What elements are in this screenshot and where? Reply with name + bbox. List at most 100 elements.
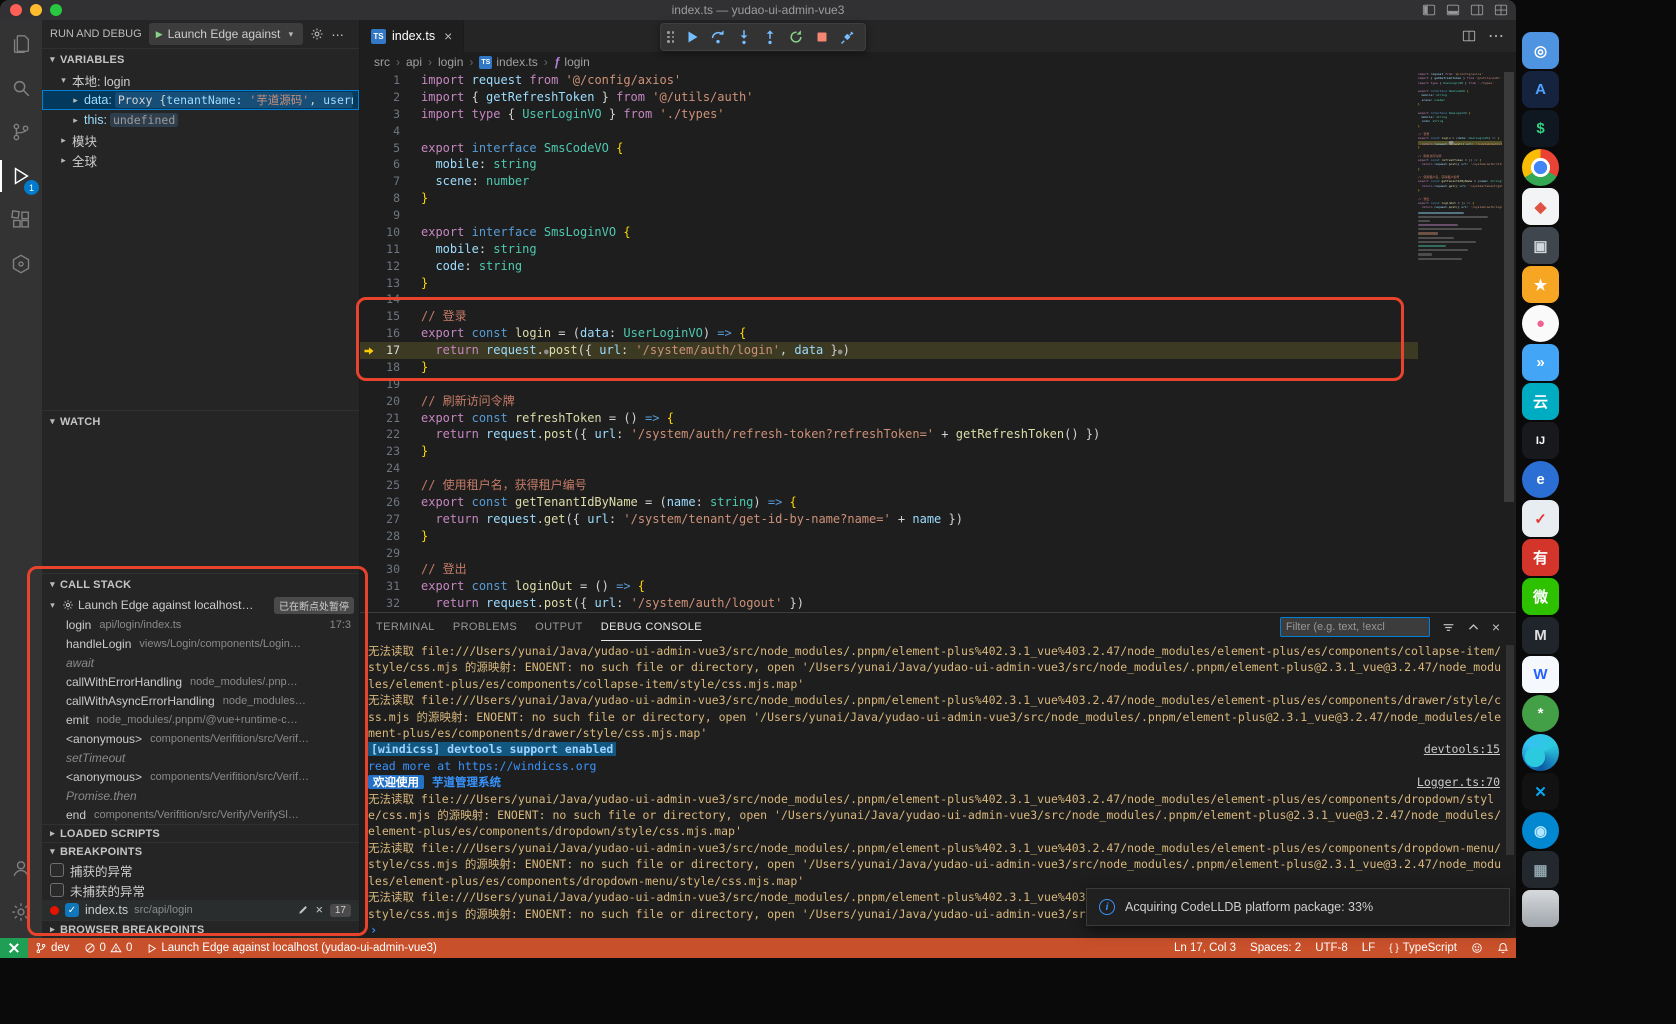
panel-tab-terminal[interactable]: TERMINAL (376, 613, 435, 641)
code-line[interactable]: 25// 使用租户名，获得租户编号 (360, 477, 1418, 494)
line-number[interactable]: 12 (360, 258, 400, 275)
console-source-link[interactable]: Logger.ts:70 (1417, 774, 1500, 790)
stack-frame-row[interactable]: Promise.then (42, 786, 359, 805)
breakpoint-row[interactable]: ✓index.tssrc/api/login×17 (42, 900, 359, 920)
variable-group-row[interactable]: ▸全球 (42, 150, 359, 170)
line-number[interactable]: 3 (360, 106, 400, 123)
editor-scrollbar[interactable] (1502, 72, 1516, 612)
stack-frame-row[interactable]: await (42, 653, 359, 672)
code-line[interactable]: 4 (360, 123, 1418, 140)
code-line[interactable]: 22 return request.post({ url: '/system/a… (360, 426, 1418, 443)
loaded-scripts-header[interactable]: ▸ LOADED SCRIPTS (42, 824, 359, 842)
dock-app-icon-19[interactable] (1522, 734, 1559, 771)
detach-button[interactable] (836, 25, 860, 49)
stack-frame-row[interactable]: callWithErrorHandlingnode_modules/.pnp… (42, 672, 359, 691)
line-number[interactable]: 20 (360, 393, 400, 410)
toggle-panel-icon[interactable] (1446, 3, 1460, 17)
breakpoint-row[interactable]: 捕获的异常 (42, 860, 359, 880)
breadcrumb-item[interactable]: src (374, 55, 390, 69)
line-number[interactable]: 7 (360, 173, 400, 190)
dock-app-icon-6[interactable]: ▣ (1522, 227, 1559, 264)
line-number[interactable]: 2 (360, 89, 400, 106)
dock-app-icon-11[interactable]: IJ (1522, 422, 1559, 459)
breadcrumb-item[interactable]: api (406, 55, 422, 69)
split-editor-icon[interactable] (1462, 29, 1476, 43)
toggle-sidebar-icon[interactable] (1422, 3, 1436, 17)
dock-app-icon-13[interactable]: ✓ (1522, 500, 1559, 537)
line-number[interactable]: 4 (360, 123, 400, 140)
tab-index-ts[interactable]: TS index.ts × (360, 20, 464, 52)
debug-gear-icon[interactable] (310, 27, 324, 41)
line-number[interactable]: 29 (360, 545, 400, 562)
console-source-link[interactable]: devtools:15 (1424, 741, 1500, 757)
close-tab-icon[interactable]: × (444, 28, 452, 44)
notifications-status-item[interactable] (1490, 938, 1516, 958)
code-line[interactable]: 5export interface SmsCodeVO { (360, 140, 1418, 157)
code-line[interactable]: 14 (360, 291, 1418, 308)
stack-frame-row[interactable]: <anonymous>components/Verifition/src/Ver… (42, 729, 359, 748)
feedback-status-item[interactable] (1464, 938, 1490, 958)
branch-status-item[interactable]: dev (28, 938, 77, 958)
debug-session-row[interactable]: ▾ Launch Edge against localhost… 已在断点处暂停 (42, 595, 359, 615)
line-number[interactable]: 15 (360, 308, 400, 325)
accounts-icon[interactable] (0, 846, 42, 890)
code-line[interactable]: 9 (360, 207, 1418, 224)
breadcrumb-item[interactable]: login (438, 55, 463, 69)
dock-app-icon-15[interactable]: 微 (1522, 578, 1559, 615)
dock-app-icon-10[interactable]: 云 (1522, 383, 1559, 420)
step-over-button[interactable] (706, 25, 730, 49)
code-line[interactable]: 20// 刷新访问令牌 (360, 393, 1418, 410)
line-number[interactable]: 31 (360, 578, 400, 595)
browser-breakpoints-header[interactable]: ▸ BROWSER BREAKPOINTS (42, 920, 359, 938)
extensions-icon[interactable] (0, 198, 42, 242)
customize-layout-icon[interactable] (1494, 3, 1508, 17)
panel-scrollbar[interactable] (1506, 645, 1514, 855)
line-number[interactable]: 23 (360, 443, 400, 460)
stack-frame-row[interactable]: endcomponents/Verifition/src/Verify/Veri… (42, 805, 359, 824)
dock-app-icon-8[interactable]: ● (1522, 305, 1559, 342)
close-panel-icon[interactable]: × (1492, 619, 1500, 635)
code-line[interactable]: 3import type { UserLoginVO } from './typ… (360, 106, 1418, 123)
line-number[interactable]: 10 (360, 224, 400, 241)
step-out-button[interactable] (758, 25, 782, 49)
maximize-panel-icon[interactable] (1467, 621, 1480, 634)
line-number[interactable]: 13 (360, 275, 400, 292)
line-number[interactable]: 19 (360, 376, 400, 393)
breadcrumb-item[interactable]: ƒlogin (554, 55, 590, 69)
breakpoint-row[interactable]: 未捕获的异常 (42, 880, 359, 900)
drag-handle-icon[interactable] (667, 31, 675, 43)
code-line[interactable]: 6 mobile: string (360, 156, 1418, 173)
console-filter-input[interactable] (1280, 617, 1430, 637)
code-line[interactable]: 2import { getRefreshToken } from '@/util… (360, 89, 1418, 106)
stack-frame-row[interactable]: <anonymous>components/Verifition/src/Ver… (42, 767, 359, 786)
breadcrumb-item[interactable]: TSindex.ts (479, 55, 537, 69)
variables-section-header[interactable]: ▾ VARIABLES (42, 48, 359, 70)
minimap[interactable]: import request from '@/config/axios'impo… (1418, 72, 1502, 612)
explorer-icon[interactable] (0, 22, 42, 66)
variable-row[interactable]: ▸data:Proxy {tenantName: '芋道源码', usernam… (42, 90, 359, 110)
step-into-button[interactable] (732, 25, 756, 49)
scrollbar-thumb[interactable] (1504, 72, 1514, 502)
dock-app-icon-22[interactable]: ▦ (1522, 851, 1559, 888)
code-line[interactable]: 11 mobile: string (360, 241, 1418, 258)
dock-app-icon-2[interactable]: A (1522, 71, 1559, 108)
call-stack-section-header[interactable]: ▾ CALL STACK (42, 573, 359, 595)
remote-indicator[interactable] (0, 938, 28, 958)
dock-trash-icon[interactable] (1522, 890, 1559, 927)
line-number[interactable]: 27 (360, 511, 400, 528)
line-number[interactable]: 26 (360, 494, 400, 511)
dock-app-icon-20[interactable]: ✕ (1522, 773, 1559, 810)
dock-app-icon-17[interactable]: W (1522, 656, 1559, 693)
indentation-item[interactable]: Spaces: 2 (1243, 938, 1308, 958)
editor-more-actions-icon[interactable]: ⋯ (1488, 26, 1504, 46)
code-line[interactable]: 28} (360, 528, 1418, 545)
panel-tab-problems[interactable]: PROBLEMS (453, 613, 517, 641)
dock-app-icon-5[interactable]: ◆ (1522, 188, 1559, 225)
debug-status-item[interactable]: Launch Edge against localhost (yudao-ui-… (139, 938, 444, 958)
breakpoints-header[interactable]: ▾ BREAKPOINTS (42, 842, 359, 860)
line-number[interactable]: 6 (360, 156, 400, 173)
stop-button[interactable] (810, 25, 834, 49)
dock-app-icon-3[interactable]: $ (1522, 110, 1559, 147)
settings-gear-icon[interactable] (0, 890, 42, 934)
code-line[interactable]: 30// 登出 (360, 561, 1418, 578)
